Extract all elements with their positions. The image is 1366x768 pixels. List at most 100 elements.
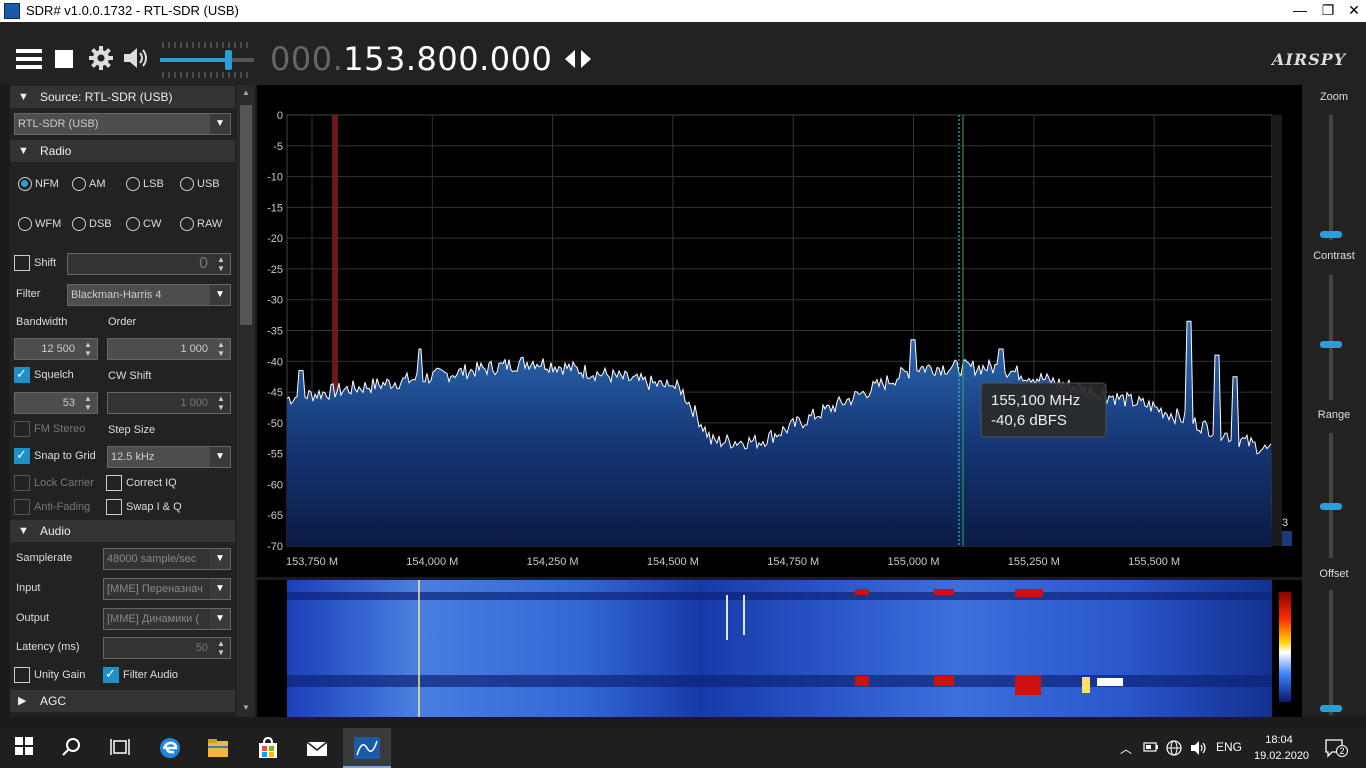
frequency-display[interactable]: 000.153.800.000 — [270, 40, 552, 78]
y-tick-label: 0 — [277, 110, 283, 122]
mode-am-radio[interactable]: AM — [72, 177, 106, 191]
spinner-arrows-icon[interactable]: ▲ ▼ — [80, 394, 96, 412]
menu-icon[interactable] — [14, 45, 42, 73]
offset-slider[interactable] — [1302, 590, 1366, 715]
spinner-arrows-icon[interactable]: ▲ ▼ — [213, 394, 229, 412]
volume-tray-icon[interactable] — [1190, 740, 1208, 759]
offset-thumb[interactable] — [1320, 705, 1342, 712]
stop-icon[interactable] — [55, 50, 73, 68]
x-tick-label: 153,750 M — [286, 556, 338, 568]
filter-audio-checkbox[interactable]: Filter Audio — [103, 666, 179, 683]
notification-icon[interactable]: 2 — [1324, 738, 1348, 758]
mode-dsb-radio[interactable]: DSB — [72, 217, 112, 231]
speaker-icon[interactable] — [122, 45, 150, 73]
battery-icon[interactable] — [1143, 740, 1159, 757]
edge-browser-icon[interactable] — [158, 736, 182, 760]
x-tick-label: 155,000 M — [888, 556, 940, 568]
close-button[interactable]: ✕ — [1340, 0, 1366, 22]
anti-fading-checkbox[interactable]: Anti-Fading — [14, 499, 90, 515]
squelch-checkbox[interactable]: Squelch — [14, 366, 74, 383]
gear-icon[interactable] — [88, 45, 116, 73]
spinner-arrows-icon[interactable]: ▲ ▼ — [213, 255, 229, 273]
correct-iq-checkbox[interactable]: Correct IQ — [106, 475, 177, 491]
spinner-arrows-icon[interactable]: ▲ ▼ — [80, 340, 96, 358]
task-view-icon[interactable] — [108, 736, 132, 760]
y-tick-label: -50 — [267, 418, 283, 430]
squelch-label: Squelch — [34, 368, 74, 381]
samplerate-select[interactable]: 48000 sample/sec ▼ — [103, 548, 231, 570]
mode-cw-radio[interactable]: CW — [126, 217, 161, 231]
latency-input[interactable]: 50 ▲ ▼ — [103, 637, 231, 659]
shift-input[interactable]: 0 ▲ ▼ — [67, 253, 231, 275]
source-header[interactable]: ▼ Source: RTL-SDR (USB) — [10, 86, 235, 108]
agc-header[interactable]: ▶ AGC — [10, 690, 235, 712]
file-explorer-icon[interactable] — [206, 736, 230, 760]
cwshift-input[interactable]: 1 000 ▲ ▼ — [107, 392, 231, 414]
squelch-input[interactable]: 53 ▲ ▼ — [14, 392, 98, 414]
scroll-down-icon[interactable]: ▼ — [242, 703, 250, 712]
order-label: Order — [108, 316, 137, 328]
cwshift-label: CW Shift — [108, 370, 152, 382]
spinner-arrows-icon[interactable]: ▲ ▼ — [213, 639, 229, 657]
range-thumb[interactable] — [1320, 503, 1342, 510]
lockcarrier-label: Lock Carrier — [34, 476, 94, 489]
spectrum-analyzer[interactable]: 0 -5 -10 -15 -20 -25 -30 -35 -40 -45 -50 -55 -60 -65 -… — [257, 85, 1302, 577]
minimize-button[interactable]: — — [1286, 0, 1314, 22]
shift-checkbox[interactable]: Shift — [14, 255, 56, 271]
volume-slider[interactable] — [160, 40, 254, 80]
mode-raw-radio[interactable]: RAW — [180, 217, 222, 231]
output-select[interactable]: [MME] Динамики (▼ — [103, 608, 231, 630]
mode-lsb-radio[interactable]: LSB — [126, 177, 164, 191]
mode-label: WFM — [35, 217, 62, 230]
language-indicator[interactable]: ENG — [1216, 740, 1242, 754]
y-tick-label: -30 — [267, 295, 283, 307]
contrast-thumb[interactable] — [1320, 341, 1342, 348]
fmstereo-checkbox[interactable]: FM Stereo — [14, 421, 85, 437]
order-input[interactable]: 1 000 ▲ ▼ — [107, 338, 231, 360]
chevron-down-icon: ▼ — [210, 114, 230, 134]
store-icon[interactable] — [256, 736, 280, 760]
step-size-select[interactable]: 12.5 kHz ▼ — [107, 446, 231, 468]
filter-select[interactable]: Blackman-Harris 4 ▼ — [67, 284, 231, 306]
zoom-slider[interactable] — [1302, 115, 1366, 240]
left-panel-scrollbar[interactable]: ▲ ▼ — [237, 85, 255, 717]
snap-to-grid-checkbox[interactable]: Snap to Grid — [14, 447, 96, 464]
bandwidth-input[interactable]: 12 500 ▲ ▼ — [14, 338, 98, 360]
checkbox-box — [14, 366, 30, 383]
waterfall-display[interactable] — [257, 580, 1302, 717]
maximize-button[interactable]: ❐ — [1314, 0, 1342, 22]
windows-start-icon[interactable] — [12, 736, 36, 760]
chevron-up-icon[interactable]: ︿ — [1120, 740, 1132, 757]
tune-arrows-icon[interactable] — [564, 48, 592, 75]
lock-carrier-checkbox[interactable]: Lock Carrier — [14, 475, 94, 491]
contrast-slider[interactable] — [1302, 275, 1366, 400]
mode-label: CW — [143, 217, 162, 230]
globe-network-icon[interactable] — [1166, 740, 1182, 759]
mode-usb-radio[interactable]: USB — [180, 177, 220, 191]
audio-header[interactable]: ▼ Audio — [10, 520, 235, 542]
radio-header[interactable]: ▼ Radio — [10, 140, 235, 162]
mode-nfm-radio[interactable]: NFM — [18, 177, 59, 191]
clock[interactable]: 18:04 19.02.2020 — [1254, 732, 1309, 764]
title-bar: SDR# v1.0.0.1732 - RTL-SDR (USB) — ❐ ✕ — [0, 0, 1366, 22]
filteraudio-label: Filter Audio — [123, 668, 179, 681]
spinner-arrows-icon[interactable]: ▲ ▼ — [213, 340, 229, 358]
mode-label: RAW — [197, 217, 223, 230]
y-tick-label: -10 — [267, 172, 283, 184]
clock-time: 18:04 — [1265, 734, 1293, 746]
input-select[interactable]: [MME] Переназнач ▼ — [103, 578, 231, 600]
swap-iq-checkbox[interactable]: Swap I & Q — [106, 499, 182, 515]
source-device-select[interactable]: RTL-SDR (USB) ▼ — [14, 113, 231, 135]
mode-wfm-radio[interactable]: WFM — [18, 217, 61, 231]
zoom-thumb[interactable] — [1320, 231, 1342, 238]
scrollbar-thumb[interactable] — [240, 105, 252, 325]
unity-gain-checkbox[interactable]: Unity Gain — [14, 667, 85, 683]
scroll-up-icon[interactable]: ▲ — [242, 88, 250, 97]
sdrsharp-taskbar-button[interactable] — [343, 728, 391, 768]
cwshift-value: 1 000 — [180, 397, 208, 409]
range-slider[interactable] — [1302, 433, 1366, 558]
contrast-label: Contrast — [1313, 250, 1355, 262]
search-icon[interactable] — [60, 736, 84, 760]
mail-icon[interactable] — [305, 736, 329, 760]
chevron-down-icon: ▼ — [210, 579, 230, 599]
